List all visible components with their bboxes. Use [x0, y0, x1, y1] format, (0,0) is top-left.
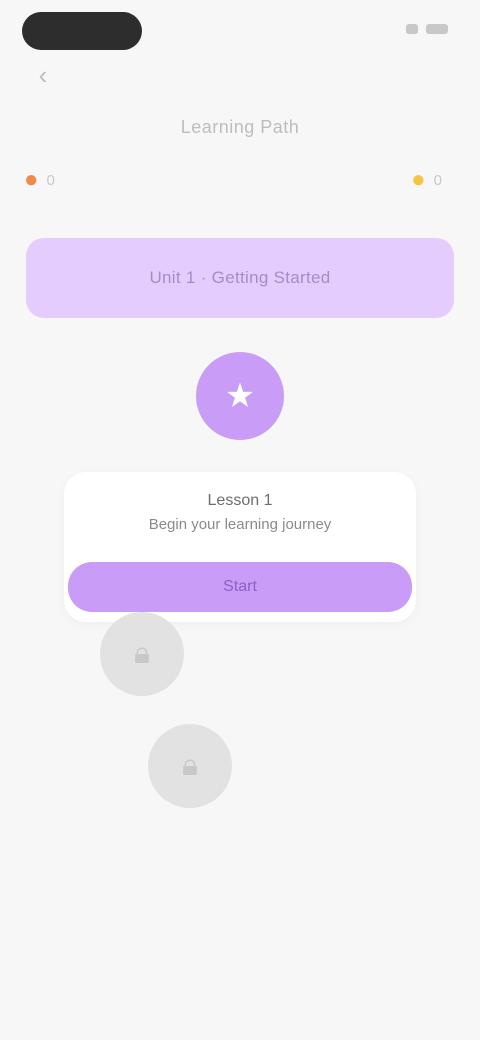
status-icons	[358, 22, 448, 36]
lesson-node-locked[interactable]: 🔒︎	[148, 724, 232, 808]
streak-value: 0	[46, 171, 55, 189]
unit-banner[interactable]: Unit 1 · Getting Started	[26, 238, 454, 318]
lock-icon: 🔒︎	[134, 637, 150, 670]
coin-value: 0	[433, 171, 442, 189]
signal-icon	[406, 24, 418, 34]
battery-icon	[426, 24, 448, 34]
lock-icon: 🔒︎	[182, 749, 198, 782]
page-title: Learning Path	[180, 117, 300, 137]
lesson-node-locked[interactable]: 🔒︎	[100, 612, 184, 696]
lesson-popup-title: Lesson 1	[207, 492, 273, 509]
status-bar-pill	[22, 12, 142, 50]
coin-counter[interactable]: ● 0	[411, 162, 442, 198]
coin-icon: ●	[411, 166, 426, 193]
star-icon: ★	[224, 377, 256, 415]
start-lesson-button[interactable]: Start	[68, 562, 412, 612]
chevron-left-icon: ‹	[38, 60, 48, 90]
lesson-popup-subtitle: Begin your learning journey	[148, 516, 332, 533]
unit-banner-title: Unit 1 · Getting Started	[149, 268, 331, 287]
lesson-node-active[interactable]: ★	[196, 352, 284, 440]
back-button[interactable]: ‹	[28, 60, 58, 90]
streak-counter[interactable]: ● 0	[24, 162, 55, 198]
flame-icon: ●	[24, 166, 39, 193]
